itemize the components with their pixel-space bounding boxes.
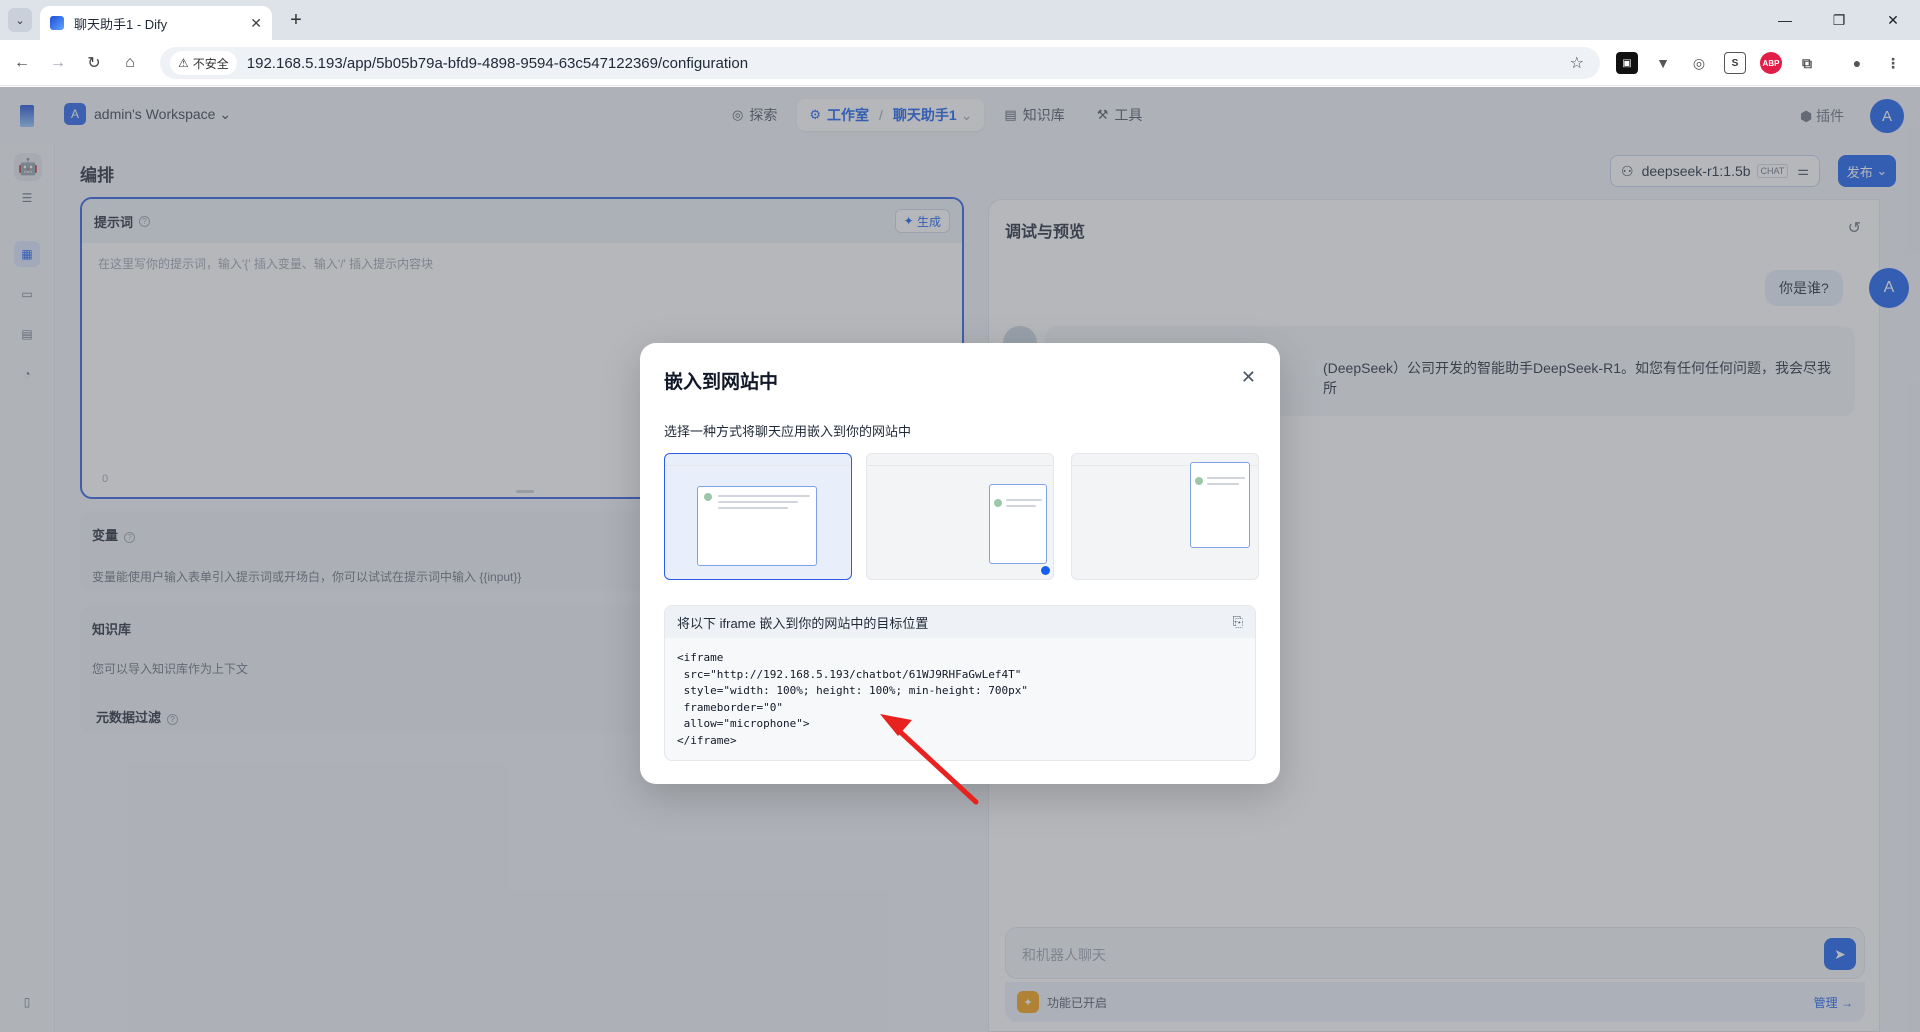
extension-s-icon[interactable]: S	[1724, 52, 1746, 74]
modal-title: 嵌入到网站中	[664, 372, 779, 393]
extensions-puzzle-icon[interactable]: ⧉	[1796, 52, 1818, 74]
extensions-area: ▣ ▼ ◎ S ABP ⧉ ● ⋮	[1616, 52, 1904, 74]
insecure-label: 不安全	[192, 56, 229, 71]
browser-menu-icon[interactable]: ⋮	[1882, 52, 1904, 74]
address-bar[interactable]: ⚠ 不安全 192.168.5.193/app/5b05b79a-bfd9-48…	[160, 47, 1600, 79]
option-chat-window	[697, 486, 817, 566]
embed-modal: 嵌入到网站中 ✕ 选择一种方式将聊天应用嵌入到你的网站中 将以下 iframe	[640, 343, 1280, 784]
option-line	[718, 507, 788, 509]
minimize-icon[interactable]: —	[1758, 0, 1812, 40]
code-header: 将以下 iframe 嵌入到你的网站中的目标位置 ⎘	[665, 606, 1255, 638]
warning-triangle-icon: ⚠	[178, 56, 189, 70]
browser-tab[interactable]: 聊天助手1 - Dify ✕	[40, 6, 272, 40]
option-avatar	[994, 499, 1002, 507]
option-line	[1006, 505, 1036, 507]
tab-title: 聊天助手1 - Dify	[74, 16, 168, 32]
restore-icon[interactable]: ❐	[1812, 0, 1866, 40]
forward-arrow-icon[interactable]: →	[46, 51, 70, 75]
iframe-code-box: 将以下 iframe 嵌入到你的网站中的目标位置 ⎘ <iframe src="…	[664, 605, 1256, 761]
extension-media-icon[interactable]: ▣	[1616, 52, 1638, 74]
option-chat-window	[989, 484, 1047, 564]
window-close-icon[interactable]: ✕	[1866, 0, 1920, 40]
bookmark-star-icon[interactable]: ☆	[1570, 53, 1584, 73]
modal-subtitle: 选择一种方式将聊天应用嵌入到你的网站中	[664, 424, 912, 439]
embed-option-bubble[interactable]	[866, 453, 1054, 580]
home-icon[interactable]: ⌂	[118, 51, 142, 75]
dify-favicon-icon	[50, 16, 64, 30]
embed-option-fullpage[interactable]	[664, 453, 852, 580]
tab-search-chevron-icon[interactable]: ⌄	[8, 8, 32, 32]
extension-circle-icon[interactable]: ◎	[1688, 52, 1710, 74]
option-chat-window	[1190, 462, 1250, 548]
adblock-icon[interactable]: ABP	[1760, 52, 1782, 74]
profile-icon[interactable]: ●	[1846, 52, 1868, 74]
tab-close-icon[interactable]: ✕	[250, 15, 262, 32]
browser-toolbar: ← → ↻ ⌂ ⚠ 不安全 192.168.5.193/app/5b05b79a…	[0, 40, 1920, 86]
browser-tabbar: ⌄ 聊天助手1 - Dify ✕ + — ❐ ✕	[0, 0, 1920, 40]
option-avatar	[1195, 477, 1203, 485]
security-indicator[interactable]: ⚠ 不安全	[170, 51, 237, 75]
option-avatar	[704, 493, 712, 501]
option-line	[1006, 499, 1042, 501]
code-header-label: 将以下 iframe 嵌入到你的网站中的目标位置	[677, 615, 929, 631]
option-line	[718, 495, 810, 497]
embed-option-extension[interactable]	[1071, 453, 1259, 580]
reload-icon[interactable]: ↻	[82, 51, 106, 75]
clipboard-icon[interactable]: ⎘	[1233, 614, 1243, 630]
option-browser-bar	[867, 454, 1053, 466]
new-tab-plus-icon[interactable]: +	[284, 8, 308, 32]
option-line	[1207, 483, 1239, 485]
option-browser-bar	[665, 454, 851, 466]
option-line	[1207, 477, 1245, 479]
option-line	[718, 501, 798, 503]
iframe-code[interactable]: <iframe src="http://192.168.5.193/chatbo…	[665, 638, 1255, 760]
window-controls: — ❐ ✕	[1758, 0, 1920, 40]
chat-bubble-button-icon	[1041, 566, 1050, 575]
extension-v-icon[interactable]: ▼	[1652, 52, 1674, 74]
url-text: 192.168.5.193/app/5b05b79a-bfd9-4898-959…	[246, 54, 749, 72]
close-icon[interactable]: ✕	[1241, 367, 1256, 388]
back-arrow-icon[interactable]: ←	[10, 51, 34, 75]
